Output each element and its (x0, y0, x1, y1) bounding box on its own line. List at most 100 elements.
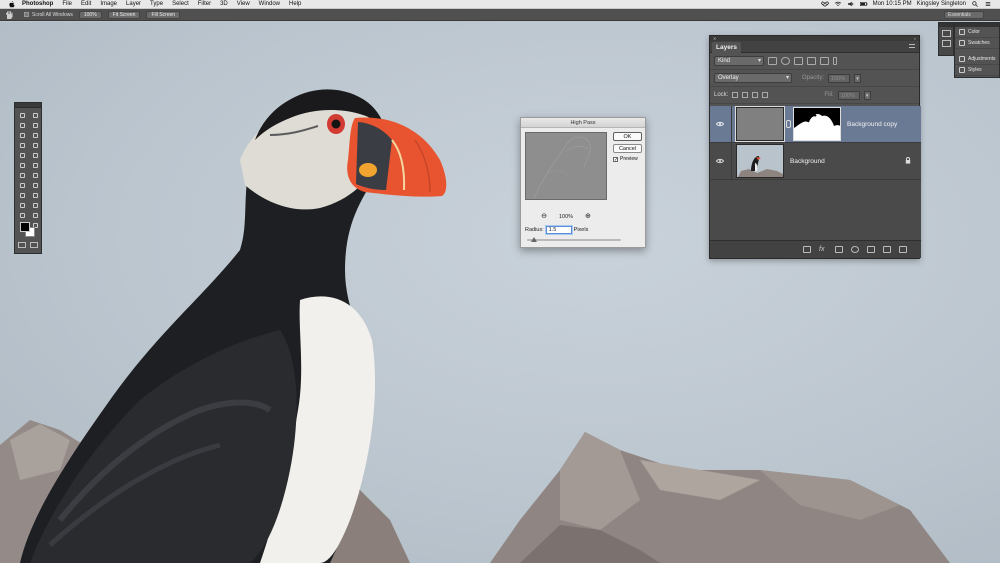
hand-tool-icon[interactable] (4, 10, 14, 20)
lasso-tool-icon[interactable] (17, 131, 28, 140)
swatches-panel-tab[interactable]: Swatches (955, 38, 999, 49)
fill-screen-button[interactable]: Fill Screen (146, 10, 181, 19)
lock-all-icon[interactable] (762, 92, 769, 98)
hand-tool-icon[interactable] (17, 211, 28, 220)
menu-image[interactable]: Image (100, 1, 117, 7)
volume-icon[interactable] (847, 1, 855, 7)
filter-pixel-icon[interactable] (768, 57, 777, 65)
add-mask-icon[interactable] (835, 246, 843, 253)
screen-mode-icon[interactable] (30, 242, 38, 248)
type-tool-icon[interactable] (30, 191, 41, 200)
pen-tool-icon[interactable] (17, 191, 28, 200)
blend-mode-select[interactable]: Overlay (714, 73, 792, 83)
mask-link-icon[interactable] (786, 120, 791, 128)
visibility-eye-icon[interactable] (713, 121, 727, 127)
new-group-icon[interactable] (867, 246, 875, 253)
preview-checkbox-box[interactable]: ✓ (613, 156, 618, 162)
menu-help[interactable]: Help (289, 1, 301, 7)
quick-select-tool-icon[interactable] (30, 121, 41, 130)
quick-mask-icon[interactable] (18, 242, 26, 248)
styles-panel-tab[interactable]: Styles (955, 65, 999, 76)
blur-tool-icon[interactable] (17, 181, 28, 190)
layer-thumbnail[interactable] (736, 144, 784, 178)
filter-type-icon[interactable] (794, 57, 803, 65)
layer-row-background[interactable]: Background (710, 142, 921, 180)
new-layer-icon[interactable] (883, 246, 891, 253)
marquee-tool-icon[interactable] (17, 121, 28, 130)
fill-input[interactable]: 100% (837, 90, 860, 100)
clone-stamp-tool-icon[interactable] (17, 161, 28, 170)
zoom-out-icon[interactable]: ⊖ (541, 213, 547, 220)
adjust-panel-icon[interactable] (941, 40, 951, 47)
eyedropper-tool-icon[interactable] (30, 141, 41, 150)
notification-list-icon[interactable] (984, 1, 992, 7)
fill-stepper[interactable]: ▾ (863, 90, 871, 100)
menu-filter[interactable]: Filter (198, 1, 211, 7)
crop-tool-icon[interactable] (17, 141, 28, 150)
filter-preview[interactable] (525, 132, 607, 200)
search-icon[interactable] (971, 1, 979, 7)
layer-row-background-copy[interactable]: Background copy (710, 105, 921, 143)
dodge-tool-icon[interactable] (30, 181, 41, 190)
workspace-switcher[interactable]: Essentials (944, 10, 984, 19)
history-brush-tool-icon[interactable] (30, 161, 41, 170)
cancel-button[interactable]: Cancel (613, 144, 642, 153)
layer-lock-icon[interactable] (905, 157, 911, 164)
zoom-100-button[interactable]: 100% (78, 10, 102, 19)
menu-edit[interactable]: Edit (81, 1, 91, 7)
layer-name[interactable]: Background copy (847, 121, 897, 128)
menu-3d[interactable]: 3D (220, 1, 228, 7)
layer-mask-thumbnail[interactable] (793, 107, 841, 141)
move-tool-icon[interactable] (17, 111, 28, 120)
menu-type[interactable]: Type (150, 1, 163, 7)
menu-user[interactable]: Kingsley Singleton (917, 1, 966, 7)
adjustment-layer-icon[interactable] (851, 246, 859, 253)
fit-screen-button[interactable]: Fit Screen (107, 10, 141, 19)
menu-select[interactable]: Select (172, 1, 189, 7)
layer-style-fx-icon[interactable]: fx (819, 246, 827, 253)
wifi-icon[interactable] (834, 1, 842, 7)
gradient-tool-icon[interactable] (30, 171, 41, 180)
visibility-eye-icon[interactable] (713, 158, 727, 164)
opacity-stepper[interactable]: ▾ (854, 73, 862, 83)
ok-button[interactable]: OK (613, 132, 642, 141)
menu-clock[interactable]: Mon 10:15 PM (873, 1, 912, 7)
radius-slider-thumb[interactable] (531, 237, 537, 242)
menu-file[interactable]: File (62, 1, 72, 7)
brush-tool-icon[interactable] (30, 151, 41, 160)
lock-position-icon[interactable] (752, 92, 759, 98)
rectangle-tool-icon[interactable] (30, 201, 41, 210)
lock-transparent-icon[interactable] (732, 92, 739, 98)
healing-brush-tool-icon[interactable] (17, 151, 28, 160)
filter-shape-icon[interactable] (807, 57, 816, 65)
adjustments-panel-tab[interactable]: Adjustments (955, 54, 999, 65)
panel-menu-icon[interactable] (909, 44, 915, 48)
dock-header[interactable] (939, 23, 953, 27)
zoom-tool-icon[interactable] (30, 211, 41, 220)
menu-layer[interactable]: Layer (126, 1, 141, 7)
radius-input[interactable]: 1.5 (545, 226, 572, 234)
dialog-title[interactable]: High Pass (521, 118, 645, 128)
menu-window[interactable]: Window (259, 1, 280, 7)
link-layers-icon[interactable] (803, 246, 811, 253)
magic-wand-tool-icon[interactable] (30, 131, 41, 140)
layer-name[interactable]: Background (790, 158, 825, 165)
color-panel-tab[interactable]: Color (955, 27, 999, 38)
filter-smart-object-icon[interactable] (820, 57, 829, 65)
zoom-in-icon[interactable]: ⊕ (585, 213, 591, 220)
layer-thumbnail[interactable] (736, 107, 784, 141)
tab-layers[interactable]: Layers (712, 42, 741, 53)
path-select-tool-icon[interactable] (17, 201, 28, 210)
lock-pixels-icon[interactable] (742, 92, 749, 98)
menu-app-photoshop[interactable]: Photoshop (22, 1, 53, 7)
artboard-tool-icon[interactable] (30, 111, 41, 120)
preview-checkbox[interactable]: ✓ Preview (613, 156, 638, 162)
delete-layer-icon[interactable] (899, 246, 907, 253)
properties-panel-icon[interactable] (941, 30, 951, 37)
opacity-input[interactable]: 100% (828, 73, 851, 83)
radius-slider[interactable] (527, 237, 621, 242)
filter-toggle-icon[interactable] (833, 57, 837, 65)
filter-kind-select[interactable]: Kind (714, 56, 764, 66)
scroll-all-windows-checkbox[interactable] (24, 12, 29, 17)
apple-icon[interactable] (8, 0, 16, 8)
